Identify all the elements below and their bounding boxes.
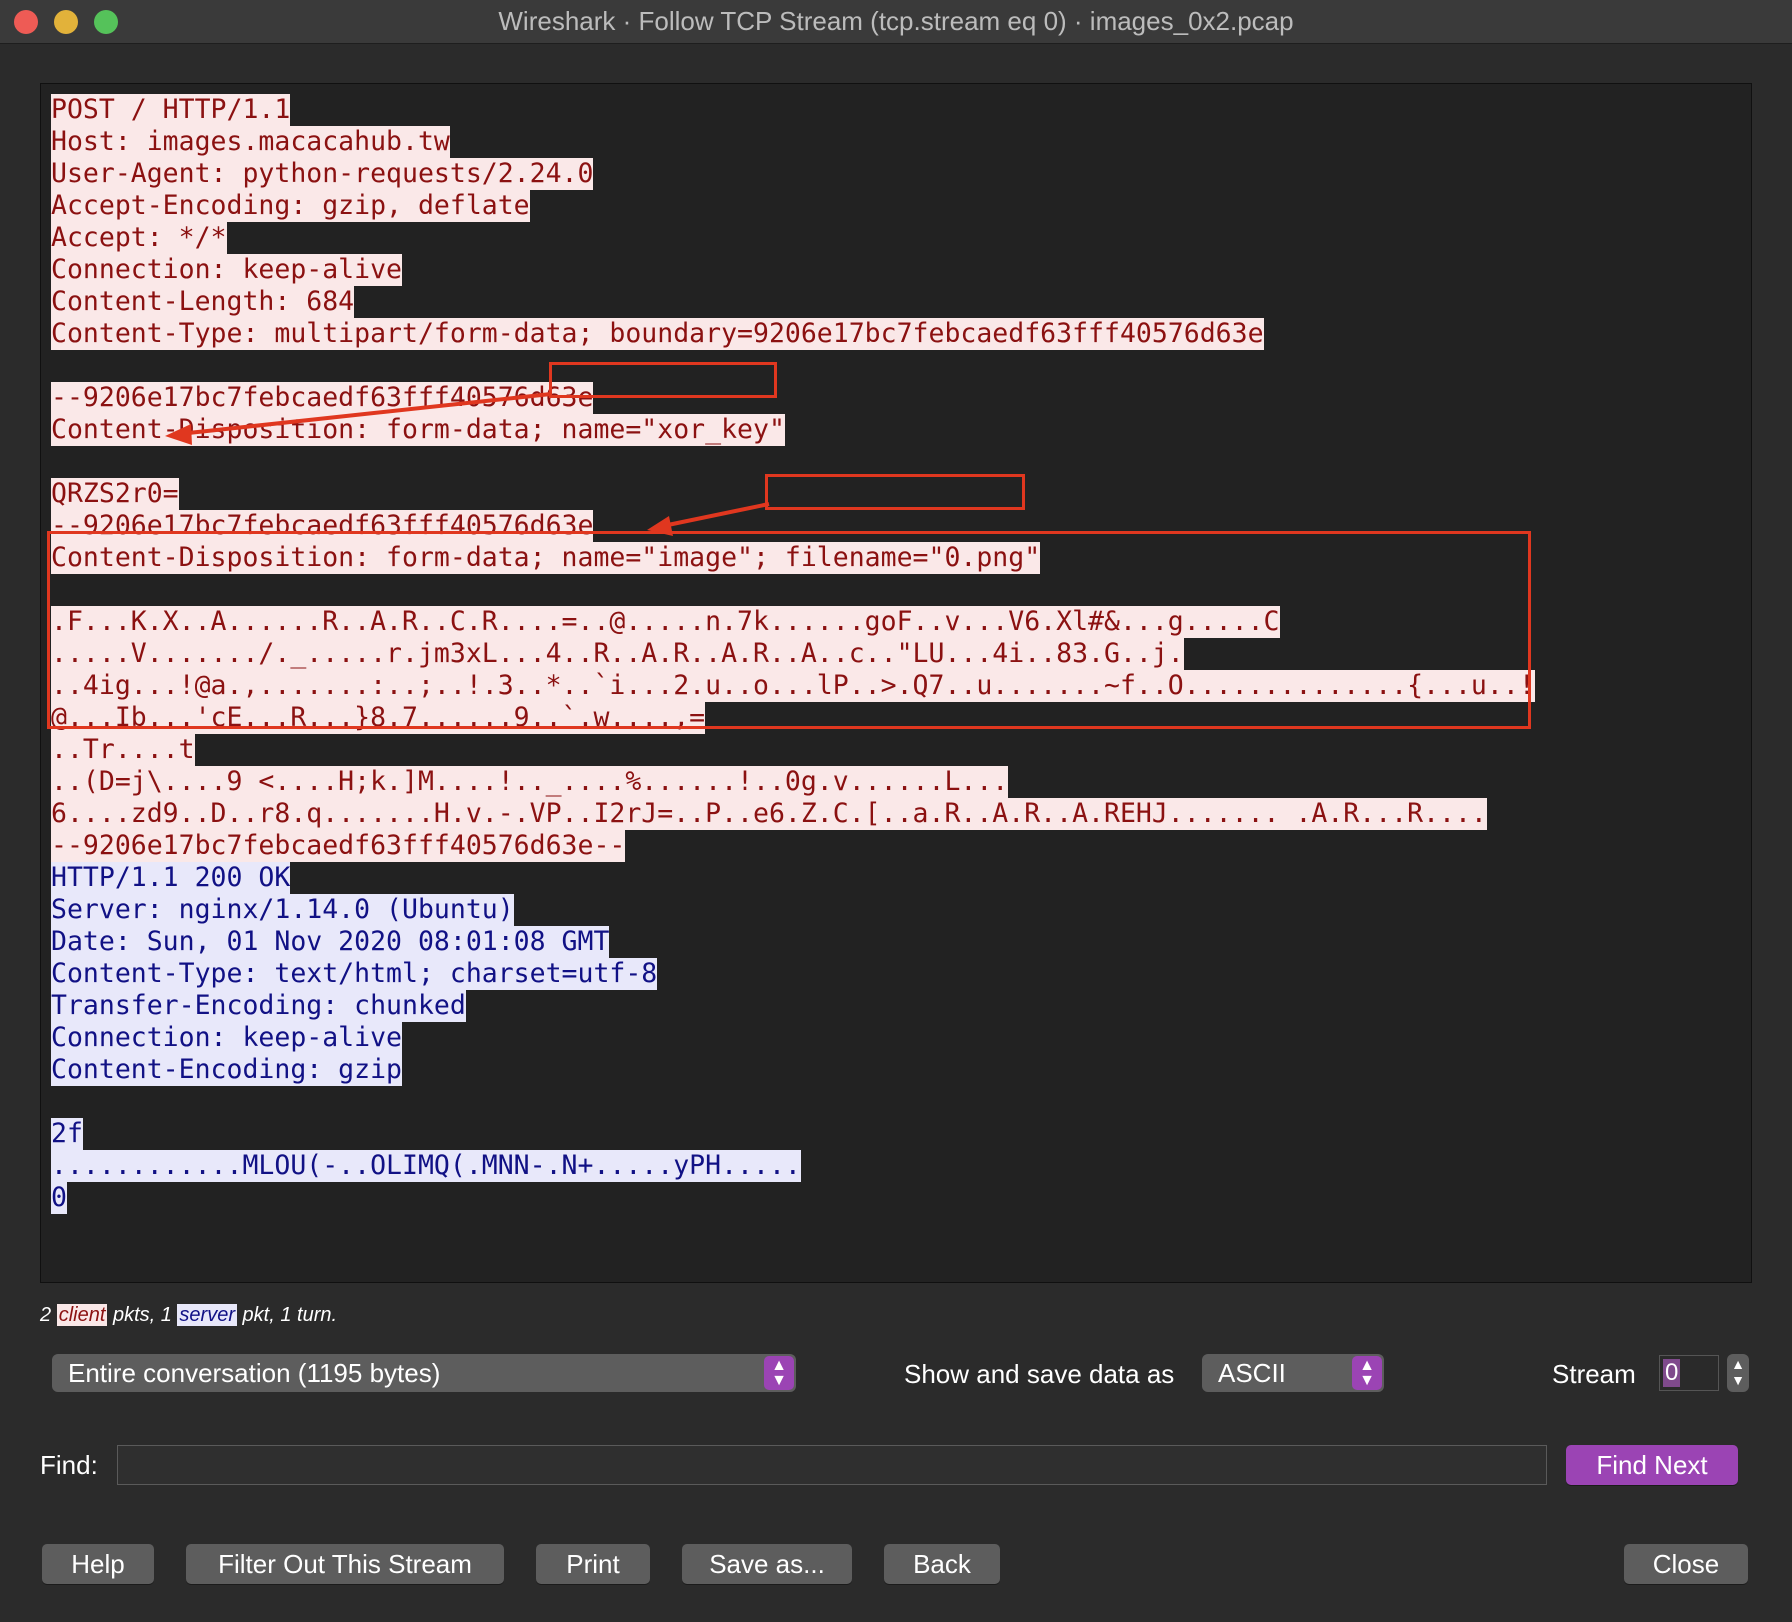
client-line: ..(D=j\....9 <....H;k.]M....!.._....%...… — [51, 766, 1535, 798]
server-line: 0 — [51, 1182, 1535, 1214]
stream-line-text: Content-Type: text/html; charset=utf-8 — [51, 958, 658, 990]
client-line: Accept: */* — [51, 222, 1535, 254]
stream-line-text: Accept: */* — [51, 222, 227, 254]
stream-line-text: Content-Length: 684 — [51, 286, 355, 318]
client-line: ..Tr....t — [51, 734, 1535, 766]
stream-line-text: --9206e17bc7febcaedf63fff40576d63e — [51, 510, 594, 542]
client-line: Content-Disposition: form-data; name="im… — [51, 542, 1535, 574]
stream-line-text: 2f — [51, 1118, 83, 1150]
server-tag: server — [177, 1304, 237, 1326]
server-line: Content-Encoding: gzip — [51, 1054, 1535, 1086]
title-bar: Wireshark · Follow TCP Stream (tcp.strea… — [0, 0, 1792, 44]
server-line: Date: Sun, 01 Nov 2020 08:01:08 GMT — [51, 926, 1535, 958]
filter-out-stream-button[interactable]: Filter Out This Stream — [186, 1544, 504, 1584]
server-line: HTTP/1.1 200 OK — [51, 862, 1535, 894]
client-line: Connection: keep-alive — [51, 254, 1535, 286]
conversation-select[interactable]: Entire conversation (1195 bytes) ▲ ▼ — [52, 1354, 796, 1392]
show-as-select-value: ASCII — [1218, 1358, 1286, 1388]
client-line: Content-Length: 684 — [51, 286, 1535, 318]
stream-line-text: ..(D=j\....9 <....H;k.]M....!.._....%...… — [51, 766, 1009, 798]
find-label: Find: — [40, 1450, 98, 1480]
client-tag: client — [56, 1304, 108, 1326]
conversation-select-value: Entire conversation (1195 bytes) — [68, 1358, 441, 1388]
stream-line-text: @...Ib...'cE...R...}8.7......9..`.w....,… — [51, 702, 706, 734]
chevron-updown-icon: ▲ ▼ — [764, 1356, 794, 1390]
stats-suffix: pkt, 1 turn. — [237, 1304, 338, 1326]
server-line — [51, 1086, 1535, 1118]
stream-line-text: .F...K.X..A......R..A.R..C.R....=..@....… — [51, 606, 1280, 638]
server-line: Server: nginx/1.14.0 (Ubuntu) — [51, 894, 1535, 926]
stream-line-text: POST / HTTP/1.1 — [51, 94, 291, 126]
stream-label: Stream — [1552, 1359, 1636, 1389]
help-button[interactable]: Help — [42, 1544, 154, 1584]
stream-line-text: Content-Disposition: form-data; name="xo… — [51, 414, 785, 446]
stream-number-input[interactable]: 0 — [1659, 1355, 1719, 1391]
show-as-label: Show and save data as — [904, 1359, 1175, 1389]
stream-content-area[interactable]: POST / HTTP/1.1 Host: images.macacahub.tw… — [40, 83, 1752, 1283]
client-line: ..4ig...!@a.,.......:..;..!.3..*..`i...2… — [51, 670, 1535, 702]
window-title: Wireshark · Follow TCP Stream (tcp.strea… — [498, 6, 1294, 36]
stream-lines: POST / HTTP/1.1 Host: images.macacahub.tw… — [51, 94, 1535, 1214]
stream-line-text: Server: nginx/1.14.0 (Ubuntu) — [51, 894, 514, 926]
client-line: Content-Type: multipart/form-data; bound… — [51, 318, 1535, 350]
client-line: Host: images.macacahub.tw — [51, 126, 1535, 158]
stream-line-text: 0 — [51, 1182, 67, 1214]
server-line: Content-Type: text/html; charset=utf-8 — [51, 958, 1535, 990]
stream-line-text: ..4ig...!@a.,.......:..;..!.3..*..`i...2… — [51, 670, 1535, 702]
stream-line-text: Content-Disposition: form-data; name="im… — [51, 542, 1041, 574]
client-line: QRZS2r0= — [51, 478, 1535, 510]
stream-line-text: QRZS2r0= — [51, 478, 179, 510]
show-as-select[interactable]: ASCII ▲ ▼ — [1202, 1354, 1384, 1392]
client-line — [51, 574, 1535, 606]
packet-stats: 2 client pkts, 1 server pkt, 1 turn. — [40, 1304, 337, 1327]
save-as-button[interactable]: Save as... — [682, 1544, 852, 1584]
stream-line-text: User-Agent: python-requests/2.24.0 — [51, 158, 594, 190]
stream-line-text: ..Tr....t — [51, 734, 195, 766]
stream-line-text: Host: images.macacahub.tw — [51, 126, 450, 158]
client-line: --9206e17bc7febcaedf63fff40576d63e — [51, 510, 1535, 542]
stream-line-text: Connection: keep-alive — [51, 254, 402, 286]
stats-prefix: 2 — [40, 1304, 57, 1326]
client-line: --9206e17bc7febcaedf63fff40576d63e — [51, 382, 1535, 414]
stream-line-text: Content-Type: multipart/form-data; bound… — [51, 318, 1264, 350]
client-line: Accept-Encoding: gzip, deflate — [51, 190, 1535, 222]
print-button[interactable]: Print — [536, 1544, 650, 1584]
stream-line-text: Date: Sun, 01 Nov 2020 08:01:08 GMT — [51, 926, 610, 958]
stream-line-text: HTTP/1.1 200 OK — [51, 862, 291, 894]
client-line: Content-Disposition: form-data; name="xo… — [51, 414, 1535, 446]
client-line — [51, 350, 1535, 382]
stream-line-text: .....V......./._.....r.jm3xL...4..R..A.R… — [51, 638, 1184, 670]
stream-line-text: Accept-Encoding: gzip, deflate — [51, 190, 530, 222]
stream-line-text: Transfer-Encoding: chunked — [51, 990, 466, 1022]
server-line: ............MLOU(-..OLIMQ(.MNN-.N+.....y… — [51, 1150, 1535, 1182]
client-line: .....V......./._.....r.jm3xL...4..R..A.R… — [51, 638, 1535, 670]
client-line: --9206e17bc7febcaedf63fff40576d63e-- — [51, 830, 1535, 862]
find-next-button[interactable]: Find Next — [1566, 1445, 1738, 1485]
stream-line-text: 6....zd9..D..r8.q.......H.v.-.VP..I2rJ=.… — [51, 798, 1487, 830]
server-line: Transfer-Encoding: chunked — [51, 990, 1535, 1022]
server-line: 2f — [51, 1118, 1535, 1150]
client-line: POST / HTTP/1.1 — [51, 94, 1535, 126]
stream-line-text: Connection: keep-alive — [51, 1022, 402, 1054]
stats-middle: pkts, 1 — [107, 1304, 178, 1326]
stepper-arrows-icon: ▲ ▼ — [1731, 1356, 1745, 1388]
client-line: 6....zd9..D..r8.q.......H.v.-.VP..I2rJ=.… — [51, 798, 1535, 830]
client-line: User-Agent: python-requests/2.24.0 — [51, 158, 1535, 190]
stream-line-text: ............MLOU(-..OLIMQ(.MNN-.N+.....y… — [51, 1150, 801, 1182]
stream-stepper[interactable]: ▲ ▼ — [1727, 1354, 1749, 1392]
stream-number-value: 0 — [1663, 1359, 1681, 1387]
client-line: .F...K.X..A......R..A.R..C.R....=..@....… — [51, 606, 1535, 638]
stream-line-text: --9206e17bc7febcaedf63fff40576d63e — [51, 382, 594, 414]
find-input[interactable] — [117, 1445, 1547, 1485]
close-button[interactable]: Close — [1624, 1544, 1748, 1584]
stream-line-text: --9206e17bc7febcaedf63fff40576d63e-- — [51, 830, 626, 862]
server-line: Connection: keep-alive — [51, 1022, 1535, 1054]
client-line — [51, 446, 1535, 478]
follow-tcp-stream-window: Wireshark · Follow TCP Stream (tcp.strea… — [0, 0, 1792, 1622]
client-line: @...Ib...'cE...R...}8.7......9..`.w....,… — [51, 702, 1535, 734]
chevron-updown-icon: ▲ ▼ — [1352, 1356, 1382, 1390]
stream-line-text: Content-Encoding: gzip — [51, 1054, 402, 1086]
back-button[interactable]: Back — [884, 1544, 1000, 1584]
